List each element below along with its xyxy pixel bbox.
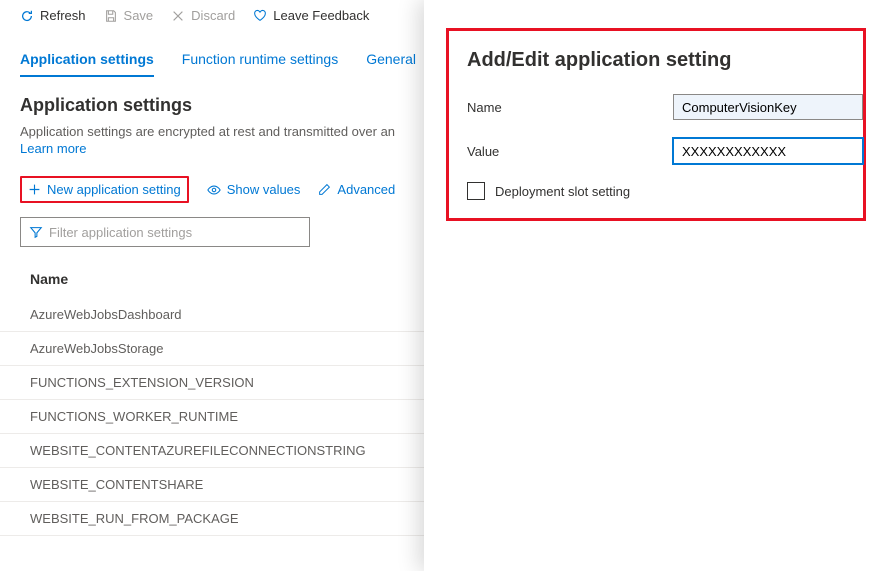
deployment-slot-label: Deployment slot setting	[495, 184, 630, 199]
tab-general[interactable]: General	[366, 51, 416, 77]
deployment-slot-checkbox[interactable]	[467, 182, 485, 200]
discard-icon	[171, 9, 185, 23]
advanced-edit-button[interactable]: Advanced	[318, 182, 395, 197]
discard-button[interactable]: Discard	[171, 8, 235, 23]
feedback-button[interactable]: Leave Feedback	[253, 8, 369, 23]
filter-input[interactable]	[49, 225, 301, 240]
show-values-label: Show values	[227, 182, 301, 197]
discard-label: Discard	[191, 8, 235, 23]
refresh-button[interactable]: Refresh	[20, 8, 86, 23]
eye-icon	[207, 183, 221, 197]
name-label: Name	[467, 100, 673, 115]
deployment-slot-row[interactable]: Deployment slot setting	[467, 182, 863, 200]
new-application-setting-button[interactable]: New application setting	[28, 182, 181, 197]
filter-input-wrapper[interactable]	[20, 217, 310, 247]
value-input[interactable]	[673, 138, 863, 164]
plus-icon	[28, 183, 41, 196]
save-button[interactable]: Save	[104, 8, 154, 23]
panel-title: Add/Edit application setting	[467, 49, 863, 72]
add-edit-panel: Add/Edit application setting Name Value …	[424, 0, 872, 571]
filter-icon	[29, 225, 43, 239]
tab-application-settings[interactable]: Application settings	[20, 51, 154, 77]
save-icon	[104, 9, 118, 23]
show-values-button[interactable]: Show values	[207, 182, 301, 197]
value-field-row: Value	[467, 138, 863, 164]
tab-function-runtime[interactable]: Function runtime settings	[182, 51, 338, 77]
feedback-label: Leave Feedback	[273, 8, 369, 23]
advanced-label: Advanced	[337, 182, 395, 197]
heart-icon	[253, 9, 267, 23]
new-setting-label: New application setting	[47, 182, 181, 197]
pencil-icon	[318, 183, 331, 196]
save-label: Save	[124, 8, 154, 23]
value-label: Value	[467, 144, 673, 159]
refresh-icon	[20, 9, 34, 23]
name-input[interactable]	[673, 94, 863, 120]
refresh-label: Refresh	[40, 8, 86, 23]
highlight-panel: Add/Edit application setting Name Value …	[446, 28, 866, 221]
name-field-row: Name	[467, 94, 863, 120]
highlight-new-setting: New application setting	[20, 176, 189, 203]
